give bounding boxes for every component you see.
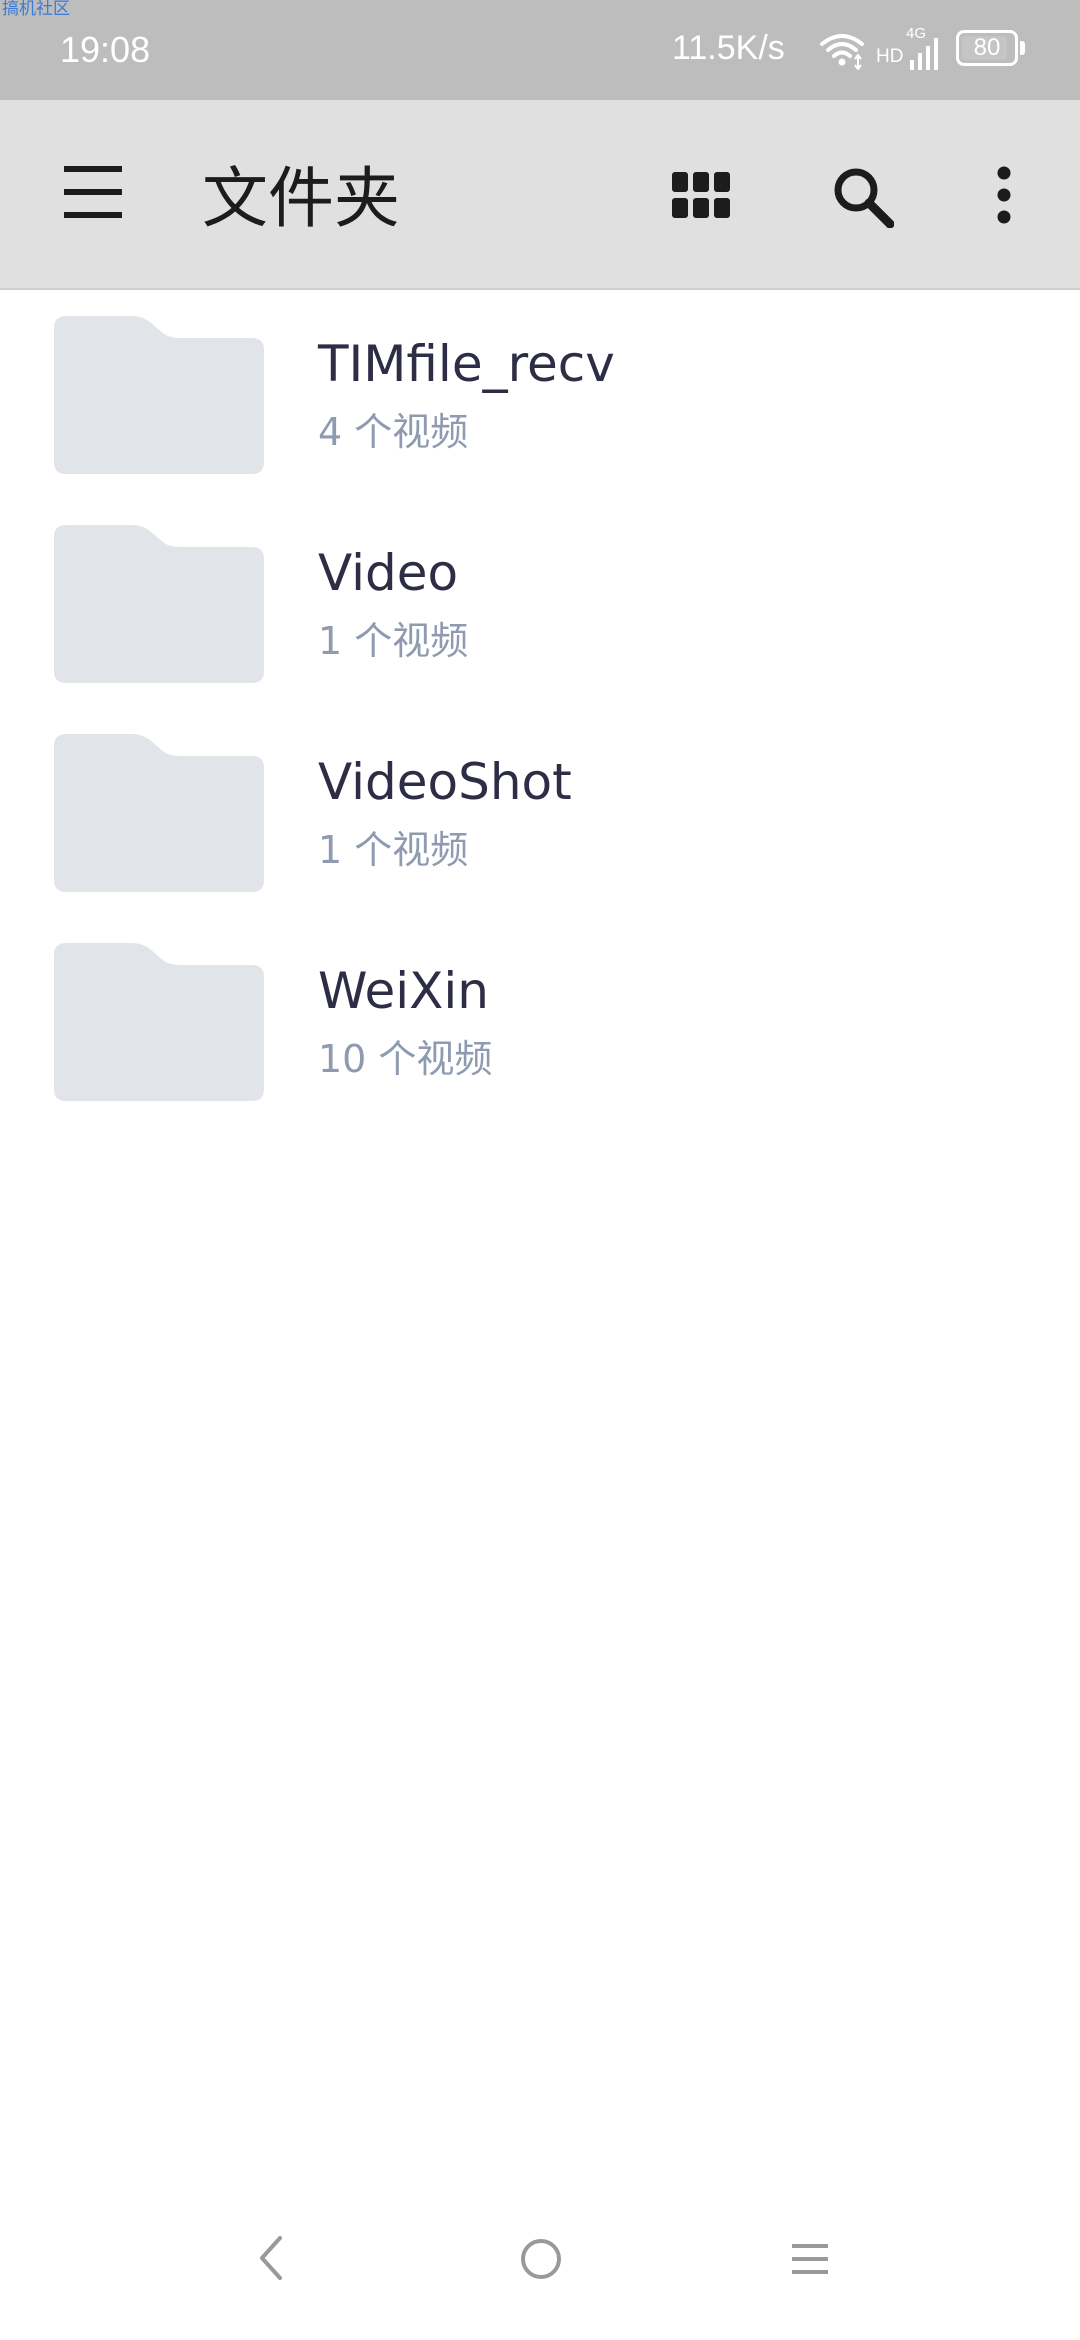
back-icon[interactable] xyxy=(256,2234,284,2282)
battery-tip xyxy=(1020,41,1025,55)
folder-video-count: 4 个视频 xyxy=(318,410,469,454)
folder-video-count: 10 个视频 xyxy=(318,1037,493,1081)
home-icon[interactable] xyxy=(520,2238,562,2280)
hd-label: HD xyxy=(876,46,904,67)
folder-icon xyxy=(54,525,264,683)
folder-name: WeiXin xyxy=(318,962,489,1020)
battery-level-text: 80 xyxy=(973,34,1001,61)
folder-item[interactable]: Video 1 个视频 xyxy=(0,501,1080,710)
wifi-icon xyxy=(820,34,864,70)
signal-icon xyxy=(910,38,938,70)
folder-name: TIMfile_recv xyxy=(318,335,615,393)
folder-item[interactable]: TIMfile_recv 4 个视频 xyxy=(0,292,1080,501)
folder-video-count: 1 个视频 xyxy=(318,828,469,872)
folder-icon xyxy=(54,734,264,892)
folder-item[interactable]: WeiXin 10 个视频 xyxy=(0,919,1080,1128)
menu-icon[interactable] xyxy=(64,166,122,218)
more-options-icon[interactable] xyxy=(990,166,1018,224)
grid-view-icon[interactable] xyxy=(672,172,730,220)
folder-icon xyxy=(54,943,264,1101)
folder-name: Video xyxy=(318,544,459,602)
app-toolbar: 文件夹 xyxy=(0,100,1080,290)
page-title: 文件夹 xyxy=(202,160,400,237)
folder-video-count: 1 个视频 xyxy=(318,619,469,663)
search-icon[interactable] xyxy=(832,166,894,228)
folder-name: VideoShot xyxy=(318,753,572,811)
status-bar: 搞机社区 19:08 11.5K/s HD 4G 80 xyxy=(0,0,1080,100)
watermark-text: 搞机社区 xyxy=(2,0,70,19)
battery-icon: 80 xyxy=(956,30,1018,66)
network-speed: 11.5K/s xyxy=(672,29,785,67)
recent-apps-icon[interactable] xyxy=(792,2242,828,2276)
folder-item[interactable]: VideoShot 1 个视频 xyxy=(0,710,1080,919)
status-time: 19:08 xyxy=(60,29,151,70)
folder-icon xyxy=(54,316,264,474)
